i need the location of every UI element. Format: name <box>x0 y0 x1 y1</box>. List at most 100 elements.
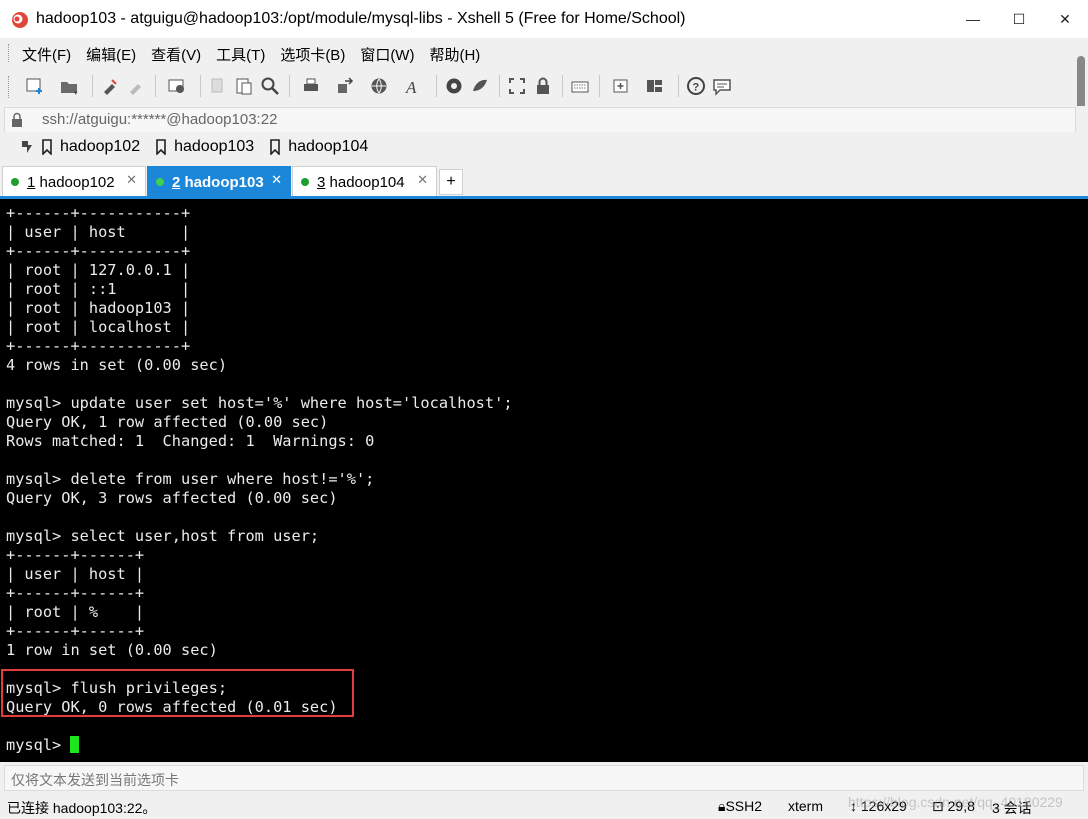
help-icon[interactable]: ? <box>685 74 707 98</box>
toolbar-separator <box>92 75 93 97</box>
tab-close-icon[interactable]: ✕ <box>271 172 282 188</box>
menu-window[interactable]: 窗口(W) <box>360 44 414 65</box>
new-tab-icon[interactable] <box>606 74 636 98</box>
xftp-icon[interactable] <box>443 74 465 98</box>
toolbar-separator <box>599 75 600 97</box>
svg-text:▾: ▾ <box>74 90 78 96</box>
terminal-prompt: mysql> <box>6 736 71 754</box>
properties-icon[interactable] <box>162 74 192 98</box>
toolbar-grip <box>8 76 12 98</box>
terminal-line: +------+------+ <box>6 622 145 640</box>
link-label: hadoop103 <box>174 138 255 155</box>
xmanager-icon[interactable] <box>469 74 491 98</box>
toolbar-separator <box>200 75 201 97</box>
links-bar: hadoop102 hadoop103 hadoop104 <box>0 132 1088 164</box>
disconnect-icon[interactable] <box>125 74 147 98</box>
terminal-line: Query OK, 3 rows affected (0.00 sec) <box>6 489 338 507</box>
menu-edit[interactable]: 编辑(E) <box>86 44 136 65</box>
find-icon[interactable] <box>259 74 281 98</box>
toolbar: ▾ A ? <box>0 68 1088 106</box>
tab-bar: 1 hadoop102 ✕ 2 hadoop103 ✕ 3 hadoop104 … <box>0 164 1088 197</box>
terminal-line: +------+-----------+ <box>6 204 191 222</box>
address-text: ssh://atguigu:******@hadoop103:22 <box>42 111 278 128</box>
connect-icon[interactable] <box>99 74 121 98</box>
terminal-line: mysql> update user set host='%' where ho… <box>6 394 513 412</box>
lock-icon <box>12 112 22 127</box>
transfer-icon[interactable] <box>330 74 360 98</box>
maximize-button[interactable]: ☐ <box>996 0 1042 38</box>
link-hadoop104[interactable]: hadoop104 <box>268 138 368 156</box>
bookmark-icon <box>156 139 166 155</box>
chat-icon[interactable] <box>711 74 733 98</box>
terminal-line: | root | 127.0.0.1 | <box>6 261 191 279</box>
toolbar-separator <box>155 75 156 97</box>
terminal-line: Rows matched: 1 Changed: 1 Warnings: 0 <box>6 432 375 450</box>
terminal-prompt-line: mysql> <box>6 736 80 755</box>
font-icon[interactable]: A <box>398 74 428 98</box>
new-session-icon[interactable] <box>20 74 50 98</box>
layout-icon[interactable] <box>640 74 670 98</box>
address-bar: ssh://atguigu:******@hadoop103:22 <box>0 106 1088 133</box>
add-tab-button[interactable]: + <box>439 169 463 195</box>
tab-hadoop102[interactable]: 1 hadoop102 ✕ <box>2 166 146 197</box>
send-input-placeholder: 仅将文本发送到当前选项卡 <box>11 772 179 788</box>
tab-close-icon[interactable]: ✕ <box>417 172 428 188</box>
terminal-line: +------+-----------+ <box>6 337 191 355</box>
menu-help[interactable]: 帮助(H) <box>429 44 480 65</box>
menu-view[interactable]: 查看(V) <box>151 44 201 65</box>
minimize-button[interactable]: — <box>950 0 996 38</box>
tab-hadoop104[interactable]: 3 hadoop104 ✕ <box>292 166 437 197</box>
terminal-line: +------+------+ <box>6 546 145 564</box>
print-icon[interactable] <box>296 74 326 98</box>
toolbar-separator <box>562 75 563 97</box>
lock-screen-icon[interactable] <box>532 74 554 98</box>
tab-hadoop103[interactable]: 2 hadoop103 ✕ <box>147 166 291 197</box>
fullscreen-icon[interactable] <box>506 74 528 98</box>
menu-file[interactable]: 文件(F) <box>22 44 71 65</box>
terminal-line: mysql> select user,host from user; <box>6 527 320 545</box>
send-input[interactable]: 仅将文本发送到当前选项卡 <box>4 765 1084 791</box>
xshell-logo-icon <box>12 12 28 28</box>
links-arrow-icon <box>22 141 32 153</box>
window-title: hadoop103 - atguigu@hadoop103:/opt/modul… <box>36 10 686 27</box>
terminal-cursor <box>70 736 80 753</box>
link-label: hadoop104 <box>288 138 369 155</box>
status-dot-icon <box>156 178 164 186</box>
status-dot-icon <box>301 178 309 186</box>
terminal-line: 1 row in set (0.00 sec) <box>6 641 218 659</box>
status-protocol: 🔒︎SSH2 <box>718 798 763 814</box>
send-bar: 仅将文本发送到当前选项卡 <box>0 762 1088 793</box>
terminal-line: 4 rows in set (0.00 sec) <box>6 356 228 374</box>
tab-close-icon[interactable]: ✕ <box>126 172 137 188</box>
bookmark-icon <box>270 139 280 155</box>
toolbar-separator <box>499 75 500 97</box>
close-button[interactable]: ✕ <box>1042 0 1088 38</box>
tab-label: hadoop103 <box>180 173 264 191</box>
copy-icon[interactable] <box>207 74 229 98</box>
highlight-box <box>1 669 354 717</box>
terminal-line: | user | host | <box>6 565 145 583</box>
paste-icon[interactable] <box>233 74 255 98</box>
open-folder-icon[interactable]: ▾ <box>54 74 84 98</box>
link-hadoop103[interactable]: hadoop103 <box>154 138 254 156</box>
terminal[interactable]: +------+-----------+ | user | host | +--… <box>0 199 1088 762</box>
terminal-line: | user | host | <box>6 223 191 241</box>
address-field[interactable]: ssh://atguigu:******@hadoop103:22 <box>4 107 1076 133</box>
watermark: https://blog.csdn.net/qq_40180229 <box>848 794 1063 810</box>
toolbar-separator <box>436 75 437 97</box>
title-bar: hadoop103 - atguigu@hadoop103:/opt/modul… <box>0 0 1088 38</box>
terminal-line: | root | % | <box>6 603 145 621</box>
svg-text:?: ? <box>693 82 700 94</box>
terminal-line: mysql> delete from user where host!='%'; <box>6 470 375 488</box>
menu-tools[interactable]: 工具(T) <box>216 44 265 65</box>
terminal-line: | root | ::1 | <box>6 280 191 298</box>
terminal-line: +------+-----------+ <box>6 242 191 260</box>
keyboard-icon[interactable] <box>569 74 591 98</box>
globe-icon[interactable] <box>364 74 394 98</box>
link-hadoop102[interactable]: hadoop102 <box>40 138 140 156</box>
status-dot-icon <box>11 178 19 186</box>
menu-tab[interactable]: 选项卡(B) <box>280 44 345 65</box>
link-label: hadoop102 <box>60 138 141 155</box>
tab-label: hadoop102 <box>35 173 115 191</box>
bookmark-icon <box>42 139 52 155</box>
